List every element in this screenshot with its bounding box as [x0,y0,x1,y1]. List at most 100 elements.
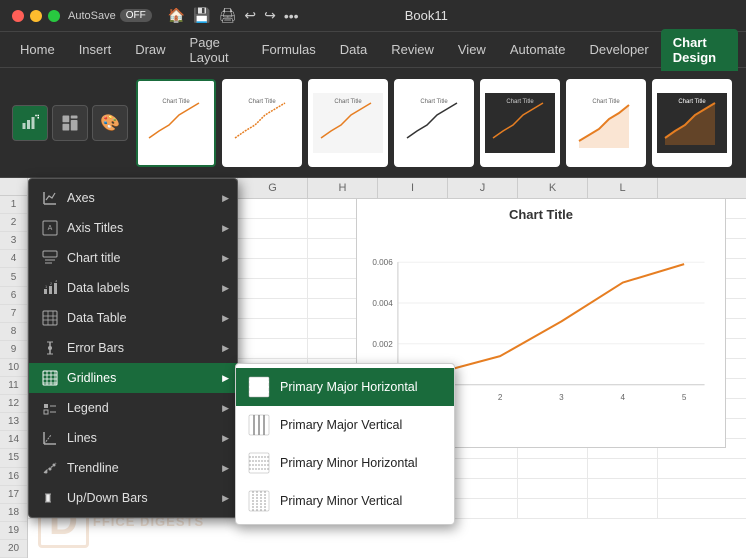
menu-item-axis-titles[interactable]: A Axis Titles [29,213,237,243]
chart-thumb-7-svg: Chart Title [657,88,727,158]
row-num-18: 18 [0,504,27,522]
change-colors-button[interactable]: 🎨 [92,105,128,141]
col-h: H [308,178,378,198]
primary-major-vertical-icon [248,414,270,436]
svg-text:Chart Title: Chart Title [678,99,706,105]
maximize-button[interactable] [48,10,60,22]
chart-styles: Chart Title Chart Title Chart Title Char… [136,79,732,167]
submenu-item-label: Primary Minor Vertical [280,494,402,508]
row-num-9: 9 [0,341,27,359]
menu-item-axes[interactable]: Axes [29,183,237,213]
tab-developer[interactable]: Developer [577,36,660,63]
chart-thumb-4-svg: Chart Title [399,88,469,158]
chart-style-3[interactable]: Chart Title [308,79,388,167]
tab-insert[interactable]: Insert [67,36,124,63]
svg-text:2: 2 [50,281,53,286]
row-num-14: 14 [0,431,27,449]
chart-style-5[interactable]: Chart Title [480,79,560,167]
svg-text:Chart Title: Chart Title [592,99,620,105]
submenu-item-label: Primary Major Vertical [280,418,402,432]
submenu-primary-major-vertical[interactable]: Primary Major Vertical [236,406,454,444]
autosave: AutoSave OFF [68,9,152,22]
submenu-primary-minor-horizontal[interactable]: Primary Minor Horizontal [236,444,454,482]
add-chart-element-button[interactable] [12,105,48,141]
chart-thumb-2-svg: Chart Title [227,88,297,158]
chart-title-icon [41,249,59,267]
col-j: J [448,178,518,198]
tab-page-layout[interactable]: Page Layout [178,29,250,71]
chart-style-6[interactable]: Chart Title [566,79,646,167]
error-bars-icon [41,339,59,357]
tab-data[interactable]: Data [328,36,379,63]
menu-item-lines[interactable]: Lines [29,423,237,453]
row-num-8: 8 [0,323,27,341]
svg-text:5: 5 [682,393,687,402]
row-num-19: 19 [0,522,27,540]
quick-layout-button[interactable] [52,105,88,141]
svg-text:Chart Title: Chart Title [334,99,362,105]
row-num-11: 11 [0,377,27,395]
autosave-toggle[interactable]: OFF [120,9,152,22]
toolbar-more-icon[interactable]: ••• [284,8,299,24]
submenu-primary-major-horizontal[interactable]: Primary Major Horizontal [236,368,454,406]
menu-item-updown-bars[interactable]: Up/Down Bars [29,483,237,513]
row-num-6: 6 [0,287,27,305]
row-num-4: 4 [0,250,27,268]
updown-bars-icon [41,489,59,507]
svg-text:Chart Title: Chart Title [420,99,448,105]
menu-item-error-bars[interactable]: Error Bars [29,333,237,363]
chart-style-7[interactable]: Chart Title [652,79,732,167]
close-button[interactable] [12,10,24,22]
svg-text:4: 4 [621,393,626,402]
chart-style-4[interactable]: Chart Title [394,79,474,167]
svg-text:1: 1 [45,284,48,289]
svg-text:Chart Title: Chart Title [162,99,190,105]
gridlines-submenu: Primary Major Horizontal Primary Major V… [235,363,455,525]
tab-chart-design[interactable]: Chart Design [661,29,738,71]
row-num-3: 3 [0,232,27,250]
col-l: L [588,178,658,198]
toolbar-home-icon[interactable]: 🏠 [168,7,185,24]
menu-item-lines-label: Lines [67,431,97,445]
row-num-12: 12 [0,395,27,413]
menu-item-legend-label: Legend [67,401,109,415]
menu-item-trendline[interactable]: Trendline [29,453,237,483]
submenu-item-label: Primary Minor Horizontal [280,456,418,470]
tab-draw[interactable]: Draw [123,36,177,63]
menu-item-legend[interactable]: Legend [29,393,237,423]
tab-home[interactable]: Home [8,36,67,63]
toolbar-save-icon[interactable]: 💾 [193,7,210,24]
col-g: G [238,178,308,198]
menu-item-gridlines[interactable]: Gridlines [29,363,237,393]
row-num-13: 13 [0,413,27,431]
row-numbers: 1 2 3 4 5 6 7 8 9 10 11 12 13 14 15 16 1… [0,178,28,558]
row-num-7: 7 [0,305,27,323]
chart-thumb-1-svg: Chart Title [141,88,211,158]
tab-view[interactable]: View [446,36,498,63]
chart-style-1[interactable]: Chart Title [136,79,216,167]
tab-automate[interactable]: Automate [498,36,578,63]
menu-item-data-table[interactable]: Data Table [29,303,237,333]
svg-text:Chart Title: Chart Title [248,99,276,105]
minimize-button[interactable] [30,10,42,22]
row-num-1: 1 [0,196,27,214]
submenu-item-label: Primary Major Horizontal [280,380,418,394]
autosave-label: AutoSave [68,10,116,22]
chart-style-2[interactable]: Chart Title [222,79,302,167]
tab-formulas[interactable]: Formulas [250,36,328,63]
col-k: K [518,178,588,198]
gridlines-icon [41,369,59,387]
menu-item-updown-bars-label: Up/Down Bars [67,491,148,505]
primary-minor-horizontal-icon [248,452,270,474]
toolbar-undo-icon[interactable]: ↩ [244,7,256,24]
axis-titles-icon: A [41,219,59,237]
row-num-5: 5 [0,268,27,286]
row-num-10: 10 [0,359,27,377]
menu-item-data-labels[interactable]: 1 2 3 Data labels [29,273,237,303]
chart-thumb-5-svg: Chart Title [485,88,555,158]
toolbar-print-icon[interactable]: 🖨 [219,7,237,24]
tab-review[interactable]: Review [379,36,446,63]
submenu-primary-minor-vertical[interactable]: Primary Minor Vertical [236,482,454,520]
toolbar-redo-icon[interactable]: ↪ [264,7,276,24]
menu-item-chart-title[interactable]: Chart title [29,243,237,273]
